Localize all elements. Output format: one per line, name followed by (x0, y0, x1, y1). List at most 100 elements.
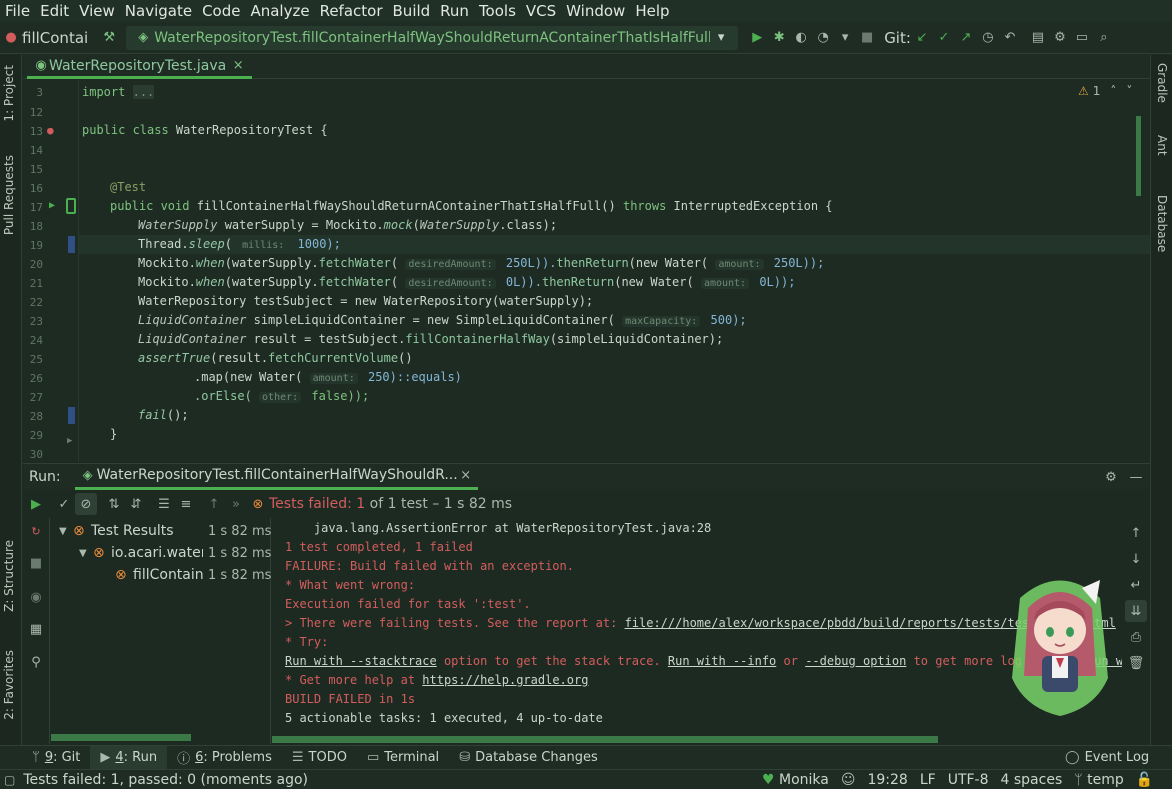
toolwindow-database-changes[interactable]: ⛁ Database Changes (449, 746, 608, 769)
toolwindow-git[interactable]: ᛘ 9: Git (22, 746, 90, 769)
expand-all-icon[interactable]: ☰ (153, 493, 175, 515)
layout-icon[interactable]: ▦ (25, 618, 47, 640)
run-test-gutter-icon[interactable]: ▶ (49, 200, 55, 211)
chevron-down-icon[interactable]: ˅ (1126, 84, 1132, 98)
theme-widget[interactable]: ♥ Monika (762, 772, 829, 788)
build-hammer-icon[interactable]: ⚒ (98, 27, 120, 49)
menu-code[interactable]: Code (197, 2, 245, 20)
menu-window[interactable]: Window (561, 2, 630, 20)
more-icon[interactable]: » (225, 493, 247, 515)
close-icon[interactable]: × (230, 55, 246, 77)
status-icon[interactable]: ▢ (4, 773, 15, 787)
info-link[interactable]: Run with --info (668, 654, 776, 668)
cursor-position[interactable]: 19:28 (867, 772, 907, 788)
stop-icon[interactable]: ■ (856, 27, 878, 49)
console-scrollbar[interactable] (272, 736, 938, 743)
editor-tab-water-repository-test[interactable]: ◉ WaterRepositoryTest.java × (27, 55, 253, 79)
toolwindow-terminal[interactable]: ▭ Terminal (357, 746, 449, 769)
profile-icon[interactable]: ◔ (812, 27, 834, 49)
run-config-selector[interactable]: ◈ WaterRepositoryTest.fillContainerHalfW… (126, 25, 739, 50)
git-history-icon[interactable]: ◷ (977, 27, 999, 49)
menu-file[interactable]: File (0, 2, 35, 20)
tab-gradle[interactable]: Gradle (1155, 63, 1169, 103)
tab-favorites[interactable]: 2: Favorites (2, 650, 16, 720)
trash-icon[interactable]: 🗑 (1125, 652, 1147, 674)
minimize-icon[interactable]: — (1125, 466, 1147, 488)
chevron-down-icon[interactable]: ▼ (59, 526, 73, 537)
run-tab[interactable]: ◈ WaterRepositoryTest.fillContainerHalfW… (74, 464, 478, 490)
menu-analyze[interactable]: Analyze (245, 2, 314, 20)
sort-duration-icon[interactable]: ⇵ (125, 493, 147, 515)
tree-row-test-results[interactable]: ▼ ⊗ Test Results 1 s 82 ms (59, 521, 271, 541)
toolwindow-problems[interactable]: ⓘ 6: Problems (167, 746, 282, 769)
status-message[interactable]: Tests failed: 1, passed: 0 (moments ago) (23, 772, 308, 788)
close-icon[interactable]: × (458, 464, 474, 486)
hector-icon[interactable]: ☺ (841, 772, 856, 788)
project-structure-icon[interactable]: ▤ (1027, 27, 1049, 49)
indent-setting[interactable]: 4 spaces (1001, 772, 1063, 788)
arrow-down-icon[interactable]: ↓ (1125, 548, 1147, 570)
stacktrace-link[interactable]: Run with --stacktrace (285, 654, 437, 668)
menu-refactor[interactable]: Refactor (315, 2, 388, 20)
tree-row-test-method[interactable]: ⊗ fillContain 1 s 82 ms (115, 565, 271, 585)
file-encoding[interactable]: UTF-8 (948, 772, 989, 788)
collapse-all-icon[interactable]: ≡ (175, 493, 197, 515)
code-editor[interactable]: 3 12 13 14 15 16 17 18 19 20 21 22 23 24… (23, 80, 1150, 462)
git-rollback-icon[interactable]: ↶ (999, 27, 1021, 49)
line-separator[interactable]: LF (920, 772, 936, 788)
chevron-up-icon[interactable]: ˄ (1110, 84, 1116, 98)
toolwindow-event-log[interactable]: ◯ Event Log (1055, 746, 1159, 769)
menu-tools[interactable]: Tools (474, 2, 521, 20)
debug-link[interactable]: --debug option (805, 654, 906, 668)
arrow-up-icon[interactable]: ↑ (203, 493, 225, 515)
project-name[interactable]: fillContai (22, 29, 98, 47)
debug-icon[interactable]: ✱ (768, 27, 790, 49)
git-push-icon[interactable]: ↗ (955, 27, 977, 49)
tab-structure[interactable]: Z: Structure (2, 540, 16, 612)
test-status-gutter-icon[interactable] (66, 198, 76, 214)
sort-alpha-icon[interactable]: ⇅ (103, 493, 125, 515)
more-run-chevron-icon[interactable]: ▾ (834, 27, 856, 49)
inspection-widget[interactable]: ⚠ 1 ˄ ˅ (1078, 84, 1132, 98)
menu-help[interactable]: Help (630, 2, 674, 20)
settings-icon[interactable]: ⚙ (1049, 27, 1071, 49)
menu-navigate[interactable]: Navigate (120, 2, 197, 20)
tab-ant[interactable]: Ant (1155, 135, 1169, 156)
soft-wrap-icon[interactable]: ↵ (1125, 574, 1147, 596)
git-commit-icon[interactable]: ✓ (933, 27, 955, 49)
tree-row-package[interactable]: ▼ ⊗ io.acari.water 1 s 82 ms (79, 543, 271, 563)
gear-icon[interactable]: ⚙ (1100, 466, 1122, 488)
presentation-icon[interactable]: ▭ (1071, 27, 1093, 49)
help-link[interactable]: https://help.gradle.org (422, 673, 588, 687)
rerun-icon[interactable]: ▶ (25, 493, 47, 515)
git-update-icon[interactable]: ↙ (911, 27, 933, 49)
vcs-branch[interactable]: ᛘ temp (1074, 772, 1124, 788)
coverage-icon[interactable]: ◐ (790, 27, 812, 49)
search-icon[interactable]: ⌕ (1093, 27, 1115, 49)
menu-view[interactable]: View (74, 2, 120, 20)
menu-edit[interactable]: Edit (35, 2, 74, 20)
breakpoint-icon[interactable]: ● (47, 124, 54, 137)
editor-scrollbar[interactable] (1136, 116, 1141, 196)
scroll-to-end-icon[interactable]: ⇊ (1125, 600, 1147, 622)
menu-vcs[interactable]: VCS (521, 2, 561, 20)
fold-icon[interactable]: ▶ (67, 436, 72, 446)
console-output[interactable]: java.lang.AssertionError at WaterReposit… (272, 518, 1138, 744)
tab-pull-requests[interactable]: Pull Requests (2, 155, 16, 235)
chevron-down-icon[interactable]: ▼ (79, 548, 93, 559)
lock-icon[interactable]: 🔓 (1136, 772, 1153, 788)
eye-icon[interactable]: ◉ (25, 586, 47, 608)
tab-database[interactable]: Database (1155, 195, 1169, 252)
rerun-failed-icon[interactable]: ↻ (25, 520, 47, 542)
toolwindow-todo[interactable]: ☰ TODO (282, 746, 357, 769)
show-ignored-icon[interactable]: ⊘ (75, 493, 97, 515)
menu-run[interactable]: Run (435, 2, 474, 20)
print-icon[interactable]: ⎙ (1125, 626, 1147, 648)
test-results-tree[interactable]: ▼ ⊗ Test Results 1 s 82 ms ▼ ⊗ io.acari.… (51, 518, 271, 744)
show-passed-icon[interactable]: ✓ (53, 493, 75, 515)
arrow-up-icon[interactable]: ↑ (1125, 522, 1147, 544)
toolwindow-run[interactable]: ▶ 4: Run (90, 746, 168, 769)
pin-icon[interactable]: ⚲ (25, 651, 47, 673)
tab-project[interactable]: 1: Project (2, 65, 16, 122)
run-icon[interactable]: ▶ (746, 27, 768, 49)
